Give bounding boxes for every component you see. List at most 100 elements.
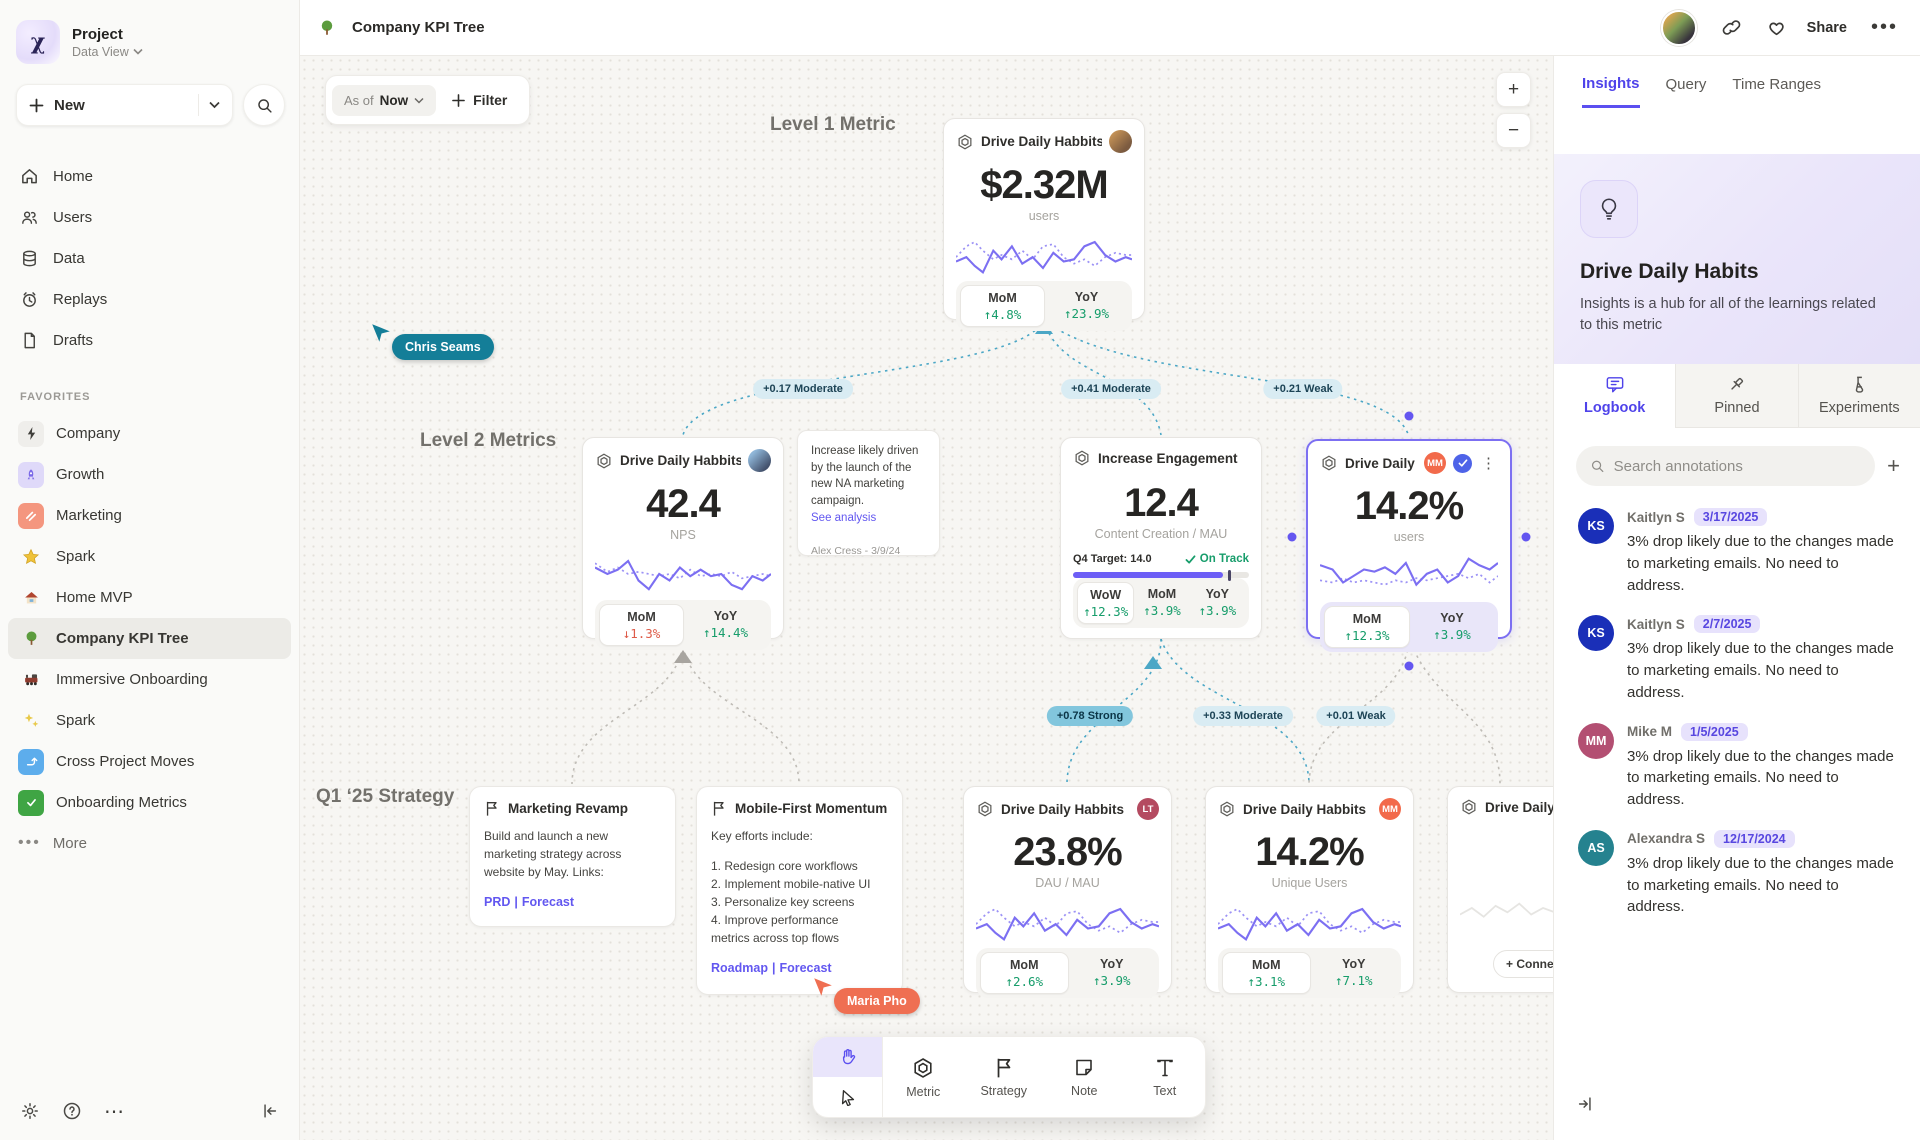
metric-card-drive-daily-habbits-selected[interactable]: Drive Daily Habb.. MM ⋮ 14.2% users MoM↑… [1306, 439, 1512, 639]
stat-mom[interactable]: MoM↑2.6% [980, 952, 1069, 994]
annotation-text: 3% drop likely due to the changes made t… [1627, 638, 1896, 703]
stat-yoy[interactable]: YoY↑3.9% [1190, 582, 1245, 624]
favorite-spark-2[interactable]: Spark [8, 700, 291, 741]
forecast-link[interactable]: Forecast [522, 895, 574, 909]
sidebar-item-users[interactable]: Users [0, 197, 299, 238]
metric-card-drive-daily-habbits-l1[interactable]: Drive Daily Habbits $2.32M users MoM↑4.8… [943, 118, 1145, 320]
sidebar-item-replays[interactable]: Replays [0, 279, 299, 320]
favorite-cross-project-moves[interactable]: Cross Project Moves [8, 741, 291, 782]
favorite-heart-icon[interactable] [1766, 17, 1787, 38]
add-filter-button[interactable]: Filter [436, 92, 523, 108]
tab-query[interactable]: Query [1666, 60, 1707, 106]
pin-icon [1727, 375, 1746, 394]
stat-wow[interactable]: WoW↑12.3% [1077, 582, 1134, 624]
stat-yoy[interactable]: YoY↑14.4% [684, 604, 767, 646]
topbar: Company KPI Tree Share ••• [300, 0, 1920, 56]
annotation-date: 2/7/2025 [1694, 615, 1761, 633]
edge-weight-label: +0.17 Moderate [753, 379, 853, 399]
help-icon[interactable] [62, 1101, 82, 1121]
insights-panel: Insights Query Time Ranges Drive Daily H… [1553, 56, 1920, 1140]
stat-mom[interactable]: MoM↑3.9% [1134, 582, 1189, 624]
subtab-experiments[interactable]: Experiments [1798, 364, 1920, 428]
stat-mom[interactable]: MoM↓1.3% [599, 604, 684, 646]
subtab-pinned[interactable]: Pinned [1675, 364, 1797, 428]
as-of-dropdown[interactable]: As of Now [332, 85, 436, 116]
rocket-icon [18, 462, 44, 488]
annotation-item[interactable]: KS Kaitlyn S 3/17/2025 3% drop likely du… [1578, 508, 1896, 596]
strategy-card-marketing-revamp[interactable]: Marketing Revamp Build and launch a new … [469, 786, 676, 927]
connect-button[interactable]: + Connect [1493, 950, 1553, 978]
canvas-filter-bar: As of Now Filter [325, 75, 530, 125]
hand-tool-button[interactable] [813, 1037, 882, 1077]
forecast-link[interactable]: Forecast [779, 961, 831, 975]
metric-card-drive-daily-habbits-unique-users[interactable]: Drive Daily Habbits MM 14.2% Unique User… [1205, 786, 1414, 993]
favorite-immersive-onboarding[interactable]: Immersive Onboarding [8, 659, 291, 700]
annotation-text: 3% drop likely due to the changes made t… [1627, 746, 1896, 811]
tab-time-ranges[interactable]: Time Ranges [1732, 60, 1821, 106]
stat-yoy[interactable]: YoY↑23.9% [1045, 285, 1128, 327]
annotation-search[interactable] [1576, 446, 1875, 486]
favorite-marketing[interactable]: Marketing [8, 495, 291, 536]
sidebar-item-label: Data [53, 250, 85, 267]
more-options-icon[interactable]: ⋯ [104, 1099, 126, 1124]
chevron-down-icon [133, 48, 143, 55]
metric-card-drive-daily-habbits-dau-mau[interactable]: Drive Daily Habbits LT 23.8% DAU / MAU M… [963, 786, 1172, 993]
settings-gear-icon[interactable] [20, 1101, 40, 1121]
metric-card-partial[interactable]: Drive Daily Hab + Connect [1447, 786, 1553, 993]
annotation-item[interactable]: MM Mike M 1/5/2025 3% drop likely due to… [1578, 723, 1896, 811]
sidebar-item-data[interactable]: Data [0, 238, 299, 279]
sidebar-more-button[interactable]: ••• More [0, 823, 299, 863]
strategy-card-mobile-first-momentum[interactable]: Mobile-First Momentum Key efforts includ… [696, 786, 903, 995]
annotation-item[interactable]: AS Alexandra S 12/17/2024 3% drop likely… [1578, 830, 1896, 918]
stat-yoy[interactable]: YoY↑3.9% [1069, 952, 1156, 994]
on-track-status: On Track [1185, 553, 1249, 565]
copy-link-icon[interactable] [1721, 17, 1742, 38]
chevron-down-icon[interactable] [209, 101, 220, 109]
subtab-logbook[interactable]: Logbook [1554, 364, 1675, 428]
zoom-in-button[interactable]: + [1496, 72, 1531, 107]
metric-card-increase-engagement[interactable]: Increase Engagement 12.4 Content Creatio… [1060, 437, 1262, 639]
ellipsis-icon: ••• [18, 834, 41, 852]
share-button[interactable]: Share [1807, 20, 1847, 36]
favorite-growth[interactable]: Growth [8, 454, 291, 495]
plus-icon [452, 94, 465, 107]
text-tool-button[interactable]: Text [1125, 1037, 1206, 1117]
select-tool-button[interactable] [813, 1077, 882, 1117]
roadmap-link[interactable]: Roadmap [711, 961, 768, 975]
annotation-search-input[interactable] [1614, 458, 1862, 475]
user-avatar[interactable] [1661, 10, 1697, 46]
note-tool-button[interactable]: Note [1044, 1037, 1125, 1117]
stat-mom[interactable]: MoM↑4.8% [960, 285, 1045, 327]
stat-yoy[interactable]: YoY↑7.1% [1311, 952, 1398, 994]
favorite-company[interactable]: Company [8, 413, 291, 454]
edge-weight-label: +0.41 Moderate [1061, 379, 1161, 399]
favorite-spark[interactable]: Spark [8, 536, 291, 577]
favorite-onboarding-metrics[interactable]: Onboarding Metrics [8, 782, 291, 823]
sidebar-search-button[interactable] [243, 84, 285, 126]
strategy-tool-button[interactable]: Strategy [964, 1037, 1045, 1117]
note-card[interactable]: Increase likely driven by the launch of … [797, 430, 940, 556]
tab-insights[interactable]: Insights [1582, 59, 1640, 108]
kpi-tree-canvas[interactable]: As of Now Filter + − Level 1 Metric Leve… [300, 56, 1553, 1140]
favorite-company-kpi-tree[interactable]: Company KPI Tree [8, 618, 291, 659]
stat-mom[interactable]: MoM↑12.3% [1324, 606, 1410, 648]
metric-card-drive-daily-habbits-nps[interactable]: Drive Daily Habbits 42.4 NPS MoM↓1.3% Yo… [582, 437, 784, 639]
project-switcher[interactable]: χ Project Data View [0, 0, 299, 72]
zoom-out-button[interactable]: − [1496, 113, 1531, 148]
stat-mom[interactable]: MoM↑3.1% [1222, 952, 1311, 994]
new-button[interactable]: New [16, 84, 233, 126]
sidebar-item-drafts[interactable]: Drafts [0, 320, 299, 361]
overflow-menu-icon[interactable]: ••• [1871, 16, 1898, 39]
collapse-panel-icon[interactable] [1576, 1095, 1594, 1118]
collapse-sidebar-icon[interactable] [261, 1102, 279, 1120]
add-annotation-button[interactable]: + [1887, 455, 1900, 477]
stat-yoy[interactable]: YoY↑3.9% [1410, 606, 1494, 648]
favorite-home-mvp[interactable]: Home MVP [8, 577, 291, 618]
card-menu-icon[interactable]: ⋮ [1479, 454, 1498, 472]
sidebar-item-home[interactable]: Home [0, 156, 299, 197]
prd-link[interactable]: PRD [484, 895, 510, 909]
cursor-icon [839, 1088, 857, 1106]
annotation-item[interactable]: KS Kaitlyn S 2/7/2025 3% drop likely due… [1578, 615, 1896, 703]
see-analysis-link[interactable]: See analysis [811, 510, 926, 527]
metric-tool-button[interactable]: Metric [883, 1037, 964, 1117]
